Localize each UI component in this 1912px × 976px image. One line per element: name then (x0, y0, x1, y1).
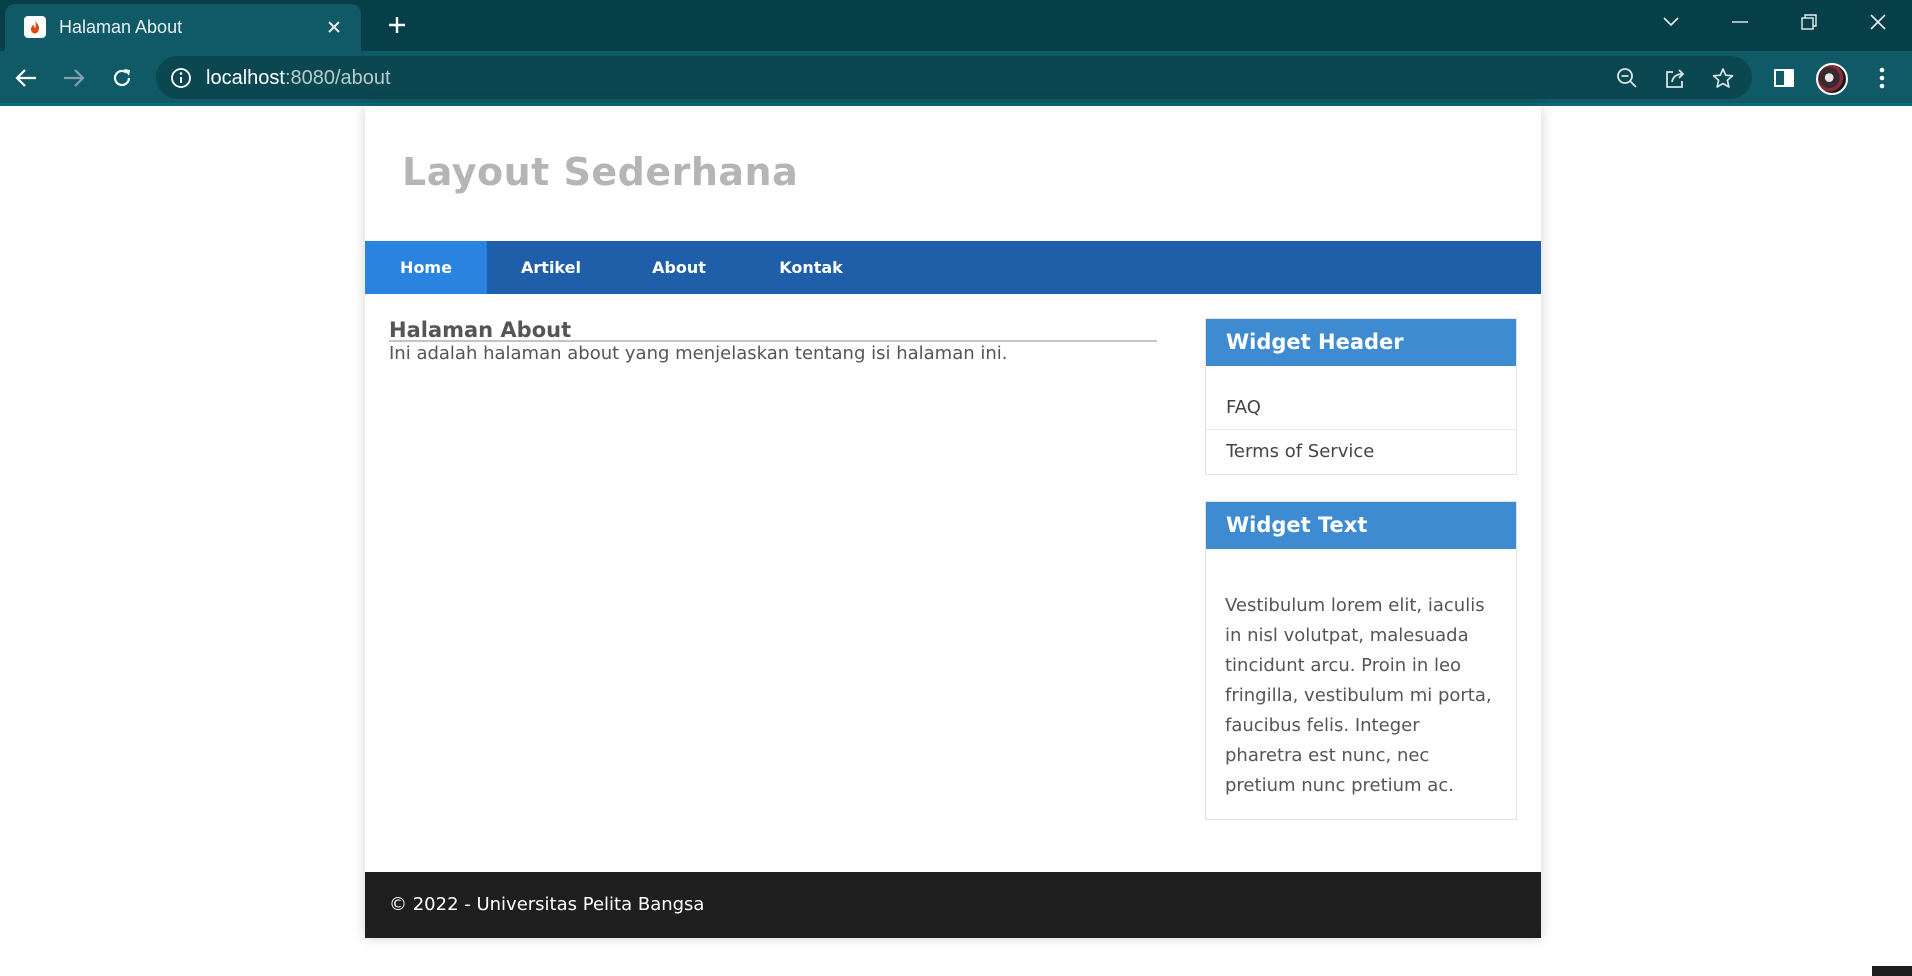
browser-toolbar: localhost:8080/about (0, 51, 1912, 106)
nav-about[interactable]: About (615, 241, 743, 294)
sidebar: Widget Header FAQ Terms of Service Widge… (1205, 318, 1517, 846)
kebab-menu-icon[interactable] (1868, 64, 1896, 92)
nav-home[interactable]: Home (365, 241, 487, 294)
browser-tab[interactable]: Halaman About (5, 4, 361, 51)
widget-link-list: FAQ Terms of Service (1206, 366, 1516, 474)
zoom-out-icon[interactable] (1614, 65, 1640, 91)
share-icon[interactable] (1662, 65, 1688, 91)
side-panel-icon[interactable] (1770, 64, 1798, 92)
nav-artikel[interactable]: Artikel (487, 241, 615, 294)
main-content: Halaman About Ini adalah halaman about y… (389, 318, 1157, 366)
chevron-down-icon[interactable] (1653, 8, 1689, 36)
page-text: Ini adalah halaman about yang menjelaska… (389, 343, 1008, 364)
nav-kontak[interactable]: Kontak (743, 241, 879, 294)
star-icon[interactable] (1710, 65, 1736, 91)
widget-header-title: Widget Header (1206, 319, 1516, 366)
widget-link-terms[interactable]: Terms of Service (1206, 430, 1516, 474)
main-nav: Home Artikel About Kontak (365, 241, 1541, 294)
restore-icon[interactable] (1791, 8, 1827, 36)
reload-icon[interactable] (108, 64, 136, 92)
plus-icon[interactable] (383, 11, 411, 39)
browser-tab-strip: Halaman About (0, 0, 1912, 51)
widget-text-body: Vestibulum lorem elit, iaculis in nisl v… (1225, 595, 1492, 796)
window-close-icon[interactable] (1860, 8, 1896, 36)
widget-text-title: Widget Text (1206, 502, 1516, 549)
url-path: :8080/about (284, 67, 391, 89)
back-arrow-icon[interactable] (12, 64, 40, 92)
address-bar[interactable]: localhost:8080/about (156, 56, 1752, 99)
page-heading: Halaman About (389, 318, 1157, 342)
site-title: Layout Sederhana (402, 150, 799, 194)
widget-text-box: Widget Text Vestibulum lorem elit, iacul… (1205, 501, 1517, 820)
tab-title: Halaman About (59, 17, 183, 37)
widget-header-box: Widget Header FAQ Terms of Service (1205, 318, 1517, 475)
codeigniter-flame-icon (24, 16, 46, 38)
url-host: localhost (206, 67, 285, 89)
url-text: localhost:8080/about (206, 67, 391, 90)
footer: © 2022 - Universitas Pelita Bangsa (365, 872, 1541, 938)
avatar[interactable] (1816, 63, 1848, 95)
minimize-icon[interactable] (1722, 8, 1758, 36)
close-icon[interactable] (321, 14, 347, 40)
info-icon[interactable] (170, 67, 192, 89)
forward-arrow-icon[interactable] (60, 64, 88, 92)
corner-overlay (1872, 966, 1912, 976)
widget-link-faq[interactable]: FAQ (1206, 386, 1516, 430)
page-container: Layout Sederhana Home Artikel About Kont… (365, 106, 1541, 938)
